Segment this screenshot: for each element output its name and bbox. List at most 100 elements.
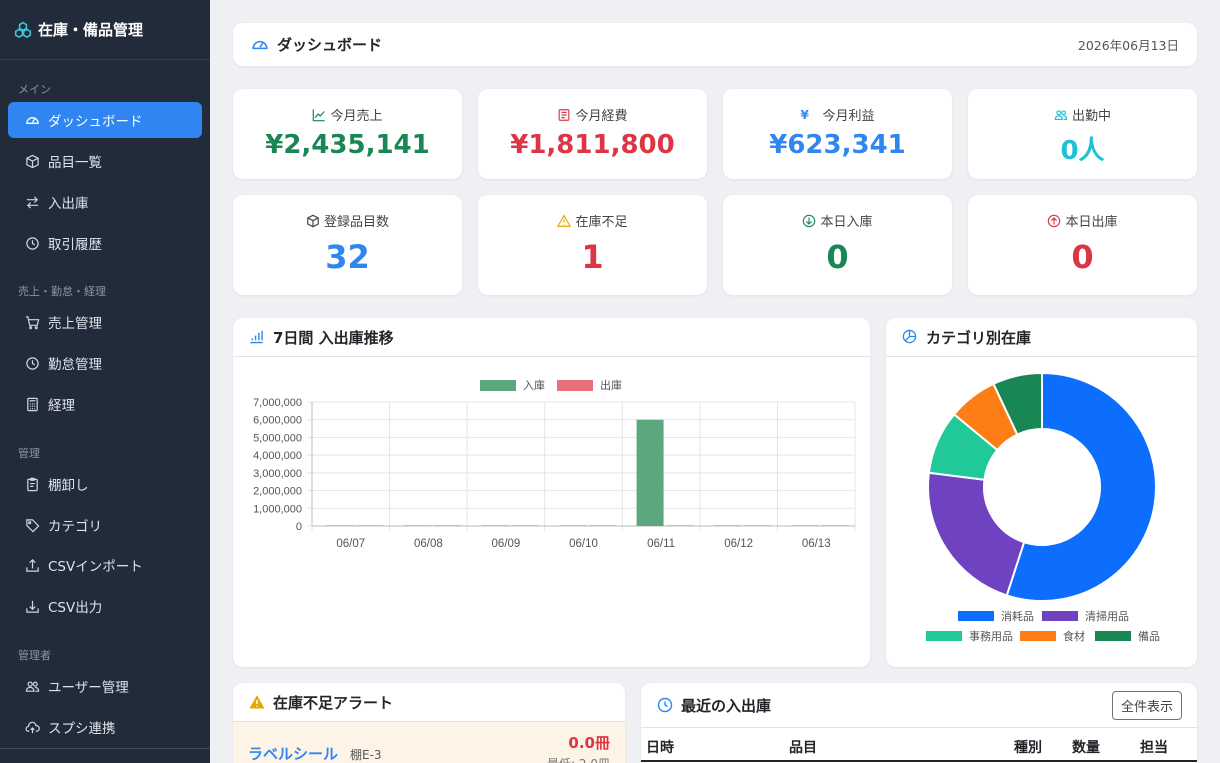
stat-label: 在庫不足 <box>478 211 707 230</box>
clock-icon <box>657 697 673 713</box>
show-all-button[interactable]: 全件表示 <box>1111 691 1182 720</box>
stat-value: 0 <box>826 238 849 276</box>
sidebar-item-sales[interactable]: 売上管理 <box>8 304 202 340</box>
yen-icon: ¥ <box>800 107 809 122</box>
page-title: ダッシュボード <box>251 34 382 55</box>
alert-item-location: 棚E-3 <box>350 748 382 762</box>
clock-icon <box>24 355 40 371</box>
stat-label: 登録品目数 <box>233 211 462 230</box>
stat-label-text: 出勤中 <box>1071 109 1111 124</box>
legend-swatch <box>1095 631 1131 641</box>
users-icon <box>24 678 40 694</box>
stat-label-text: 本日出庫 <box>1065 215 1118 230</box>
boxes-icon <box>14 21 32 38</box>
column-header-datetime[interactable]: 日時 <box>646 737 674 757</box>
x-tick-label: 06/07 <box>336 538 365 550</box>
pie-chart-icon <box>902 329 918 345</box>
legend-swatch <box>480 380 516 391</box>
sidebar-item-label: カテゴリ <box>48 519 102 535</box>
sidebar-item-sheets-sync[interactable]: スプシ連携 <box>8 709 202 745</box>
legend-label: 備品 <box>1138 630 1160 643</box>
y-tick-label: 1,000,000 <box>253 503 302 515</box>
donut-slice <box>927 471 1026 597</box>
column-header-qty[interactable]: 数量 <box>1072 737 1100 757</box>
stat-label: ¥ 今月利益 <box>723 105 952 125</box>
stat-label-text: 今月売上 <box>330 109 383 124</box>
sidebar-item-users[interactable]: ユーザー管理 <box>8 668 202 704</box>
cloud-upload-icon <box>24 719 40 735</box>
sidebar-item-dashboard[interactable]: ダッシュボード <box>8 102 202 138</box>
y-tick-label: 7,000,000 <box>253 397 302 409</box>
sidebar-item-items[interactable]: 品目一覧 <box>8 143 202 179</box>
calculator-icon <box>24 396 40 412</box>
legend-label: 食材 <box>1063 629 1085 643</box>
legend-swatch <box>958 611 994 621</box>
warning-icon <box>557 213 572 228</box>
brand[interactable]: 在庫・備品管理 <box>0 0 210 60</box>
legend-swatch <box>1020 631 1056 641</box>
bar-chart-icon <box>249 329 265 345</box>
sidebar-item-history[interactable]: 取引履歴 <box>8 225 202 261</box>
sidebar-item-label: CSVインポート <box>48 559 143 575</box>
bar <box>559 525 586 526</box>
upload-icon <box>24 557 40 573</box>
cart-icon <box>24 314 40 330</box>
stat-card-low-stock: 在庫不足 1 <box>478 195 707 295</box>
section-manage: 管理 <box>18 447 40 460</box>
stat-label: 本日入庫 <box>723 211 952 230</box>
stat-label: 今月売上 <box>233 105 462 124</box>
stat-card-registered-items: 登録品目数 32 <box>233 195 462 295</box>
sidebar-item-category[interactable]: カテゴリ <box>8 507 202 543</box>
stat-label: 出勤中 <box>968 105 1197 124</box>
legend-label: 消耗品 <box>1001 609 1034 623</box>
sidebar-item-label: 売上管理 <box>48 316 102 332</box>
bar <box>589 525 616 526</box>
sidebar-item-label: 取引履歴 <box>48 237 102 253</box>
sidebar: 在庫・備品管理 メイン ダッシュボード 品目一覧 入出庫 取引履歴 売上・勤怠・… <box>0 0 210 763</box>
stat-card-monthly-expense: 今月経費 ¥1,811,800 <box>478 89 707 179</box>
x-tick-label: 06/13 <box>802 538 831 550</box>
stat-label-text: 今月利益 <box>822 109 875 124</box>
sidebar-item-accounting[interactable]: 経理 <box>8 386 202 422</box>
stat-card-monthly-profit: ¥ 今月利益 ¥623,341 <box>723 89 952 179</box>
alert-item-name[interactable]: ラベルシール <box>248 743 338 763</box>
sidebar-item-stock-io[interactable]: 入出庫 <box>8 184 202 220</box>
x-tick-label: 06/10 <box>569 538 598 550</box>
table-header-divider <box>641 760 1197 762</box>
low-stock-panel-header: 在庫不足アラート <box>233 683 625 722</box>
x-tick-label: 06/11 <box>647 538 675 550</box>
bar <box>511 525 539 526</box>
sidebar-item-csv-import[interactable]: CSVインポート <box>8 547 202 583</box>
trend-panel-header: 7日間 入出庫推移 <box>233 318 870 357</box>
people-icon <box>1054 108 1068 122</box>
sidebar-item-attendance[interactable]: 勤怠管理 <box>8 345 202 381</box>
sidebar-item-csv-export[interactable]: CSV出力 <box>8 588 202 624</box>
alert-item-qty: 0.0冊 <box>568 734 610 752</box>
sidebar-item-label: スプシ連携 <box>48 721 116 737</box>
current-date: 2026年06月13日 <box>1077 38 1179 53</box>
stat-card-monthly-sales: 今月売上 ¥2,435,141 <box>233 89 462 179</box>
column-header-item[interactable]: 品目 <box>789 737 817 757</box>
recent-panel: 最近の入出庫 全件表示 日時 品目 種別 数量 担当 <box>641 683 1197 763</box>
clock-history-icon <box>24 235 40 251</box>
sidebar-item-inventory-check[interactable]: 棚卸し <box>8 466 202 502</box>
box-icon <box>306 214 320 228</box>
y-tick-label: 4,000,000 <box>253 450 302 462</box>
sidebar-item-label: CSV出力 <box>48 600 103 616</box>
section-main: メイン <box>18 83 51 96</box>
sidebar-item-label: ユーザー管理 <box>48 680 129 696</box>
chart-line-icon <box>312 108 326 122</box>
x-tick-label: 06/12 <box>724 538 753 550</box>
x-tick-label: 06/08 <box>414 538 443 550</box>
column-header-type[interactable]: 種別 <box>1014 737 1042 757</box>
legend-swatch <box>1042 611 1078 621</box>
alert-row[interactable]: ラベルシール 棚E-3 0.0冊 最低: 2.0冊 <box>233 722 625 763</box>
app-title: 在庫・備品管理 <box>38 21 144 39</box>
legend-label: 事務用品 <box>969 629 1013 643</box>
stat-value: 0人 <box>1060 136 1105 166</box>
column-header-staff[interactable]: 担当 <box>1140 737 1168 757</box>
section-admin: 管理者 <box>18 649 51 662</box>
arrow-down-circle-icon <box>802 214 816 228</box>
tag-icon <box>24 517 40 533</box>
bar <box>356 525 384 526</box>
